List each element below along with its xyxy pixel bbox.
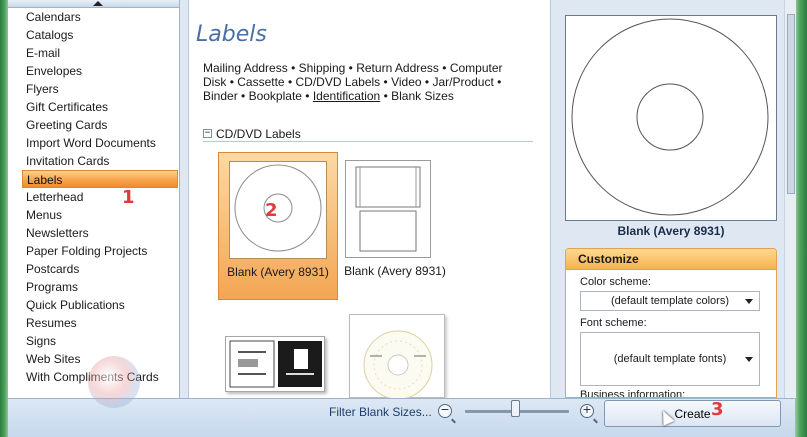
subcategory-link[interactable]: Cassette: [237, 75, 284, 89]
jewel-case-insert-icon: [229, 340, 322, 388]
category-item[interactable]: Calendars: [22, 8, 178, 26]
separator: •: [305, 89, 310, 103]
subcategory-link[interactable]: Identification: [313, 89, 380, 103]
category-item[interactable]: Flyers: [22, 80, 178, 98]
customize-header: Customize: [566, 249, 776, 270]
category-item[interactable]: Web Sites: [22, 350, 178, 368]
separator: •: [287, 75, 293, 89]
category-item[interactable]: Postcards: [22, 260, 178, 278]
category-item[interactable]: Gift Certificates: [22, 98, 178, 116]
separator: •: [442, 61, 447, 75]
category-item[interactable]: Newsletters: [22, 224, 178, 242]
separator: •: [383, 89, 388, 103]
separator: •: [424, 75, 430, 89]
chevron-up-icon: [93, 1, 103, 6]
cd-preview-icon: [571, 18, 769, 216]
category-item[interactable]: Resumes: [22, 314, 178, 332]
subcategory-link[interactable]: Mailing Address: [203, 61, 288, 75]
category-item[interactable]: Envelopes: [22, 62, 178, 80]
template-gallery: Labels Mailing Address • Shipping • Retu…: [188, 0, 550, 398]
color-scheme-value: (default template colors): [611, 295, 729, 307]
window-frame-left: [0, 0, 8, 437]
cd-label-icon: [234, 164, 322, 252]
template-tile[interactable]: Blank (Avery 8931): [335, 152, 455, 300]
callout-3: 3: [711, 399, 724, 420]
cd-design-icon: [363, 330, 433, 398]
bottom-toolbar: Filter Blank Sizes... − + Create: [8, 398, 795, 437]
category-item[interactable]: With Compliments Cards: [22, 368, 178, 386]
color-scheme-label: Color scheme:: [580, 276, 651, 288]
preview-image: [565, 15, 777, 221]
zoom-slider-thumb[interactable]: [511, 400, 520, 417]
preview-title: Blank (Avery 8931): [617, 224, 725, 238]
dropdown-arrow-icon[interactable]: [745, 298, 753, 304]
subcategory-link[interactable]: Blank Sizes: [391, 89, 454, 103]
collapse-icon[interactable]: −: [203, 129, 212, 138]
zoom-in-icon[interactable]: +: [580, 404, 594, 418]
color-scheme-select[interactable]: (default template colors): [580, 291, 760, 311]
category-item[interactable]: Greeting Cards: [22, 116, 178, 134]
callout-2: 2: [265, 200, 278, 221]
category-list-panel: Business FormsCalendarsCatalogsE-mailEnv…: [8, 0, 180, 398]
subcategory-link[interactable]: Bookplate: [249, 89, 302, 103]
subcategory-link[interactable]: Video: [391, 75, 421, 89]
template-tile[interactable]: [349, 314, 445, 398]
callout-1: 1: [122, 187, 135, 208]
template-thumbnail: [345, 160, 431, 258]
category-item[interactable]: Signs: [22, 332, 178, 350]
filter-blank-sizes-link[interactable]: Filter Blank Sizes...: [329, 405, 432, 419]
dropdown-arrow-icon[interactable]: [745, 356, 753, 362]
separator: •: [229, 75, 234, 89]
template-tile-selected[interactable]: Blank (Avery 8931): [218, 152, 338, 300]
category-item[interactable]: Invitation Cards: [22, 152, 178, 170]
create-button[interactable]: Create: [604, 400, 781, 427]
separator: •: [241, 89, 246, 103]
zoom-out-icon[interactable]: −: [438, 404, 452, 418]
subcategory-link[interactable]: Jar/Product: [432, 75, 493, 89]
subcategory-link[interactable]: CD/DVD Labels: [295, 75, 380, 89]
preview-scrollbar[interactable]: [784, 0, 796, 398]
category-item[interactable]: E-mail: [22, 44, 178, 62]
category-item[interactable]: Menus: [22, 206, 178, 224]
category-item[interactable]: Quick Publications: [22, 296, 178, 314]
category-list: Business FormsCalendarsCatalogsE-mailEnv…: [22, 0, 178, 386]
font-scheme-label: Font scheme:: [580, 317, 647, 329]
category-item[interactable]: Paper Folding Projects: [22, 242, 178, 260]
business-info-label: Business information:: [580, 389, 686, 398]
subcategory-link[interactable]: Shipping: [299, 61, 346, 75]
template-label: Blank (Avery 8931): [227, 265, 329, 279]
template-tile[interactable]: [225, 336, 325, 392]
separator: •: [291, 61, 296, 75]
page-title: Labels: [196, 22, 267, 47]
subcategory-link[interactable]: Return Address: [356, 61, 439, 75]
font-scheme-select[interactable]: (default template fonts): [580, 332, 760, 386]
customize-panel: Customize Color scheme: (default templat…: [565, 248, 777, 398]
subcategory-link[interactable]: Binder: [203, 89, 238, 103]
separator: •: [497, 75, 502, 89]
subcategory-links: Mailing Address • Shipping • Return Addr…: [203, 61, 523, 103]
preview-pane: Blank (Avery 8931) Customize Color schem…: [550, 0, 795, 398]
category-item[interactable]: Catalogs: [22, 26, 178, 44]
group-header[interactable]: − CD/DVD Labels: [203, 126, 533, 142]
separator: •: [348, 61, 353, 75]
window-frame-right: [795, 0, 807, 437]
category-item[interactable]: Labels: [22, 170, 178, 188]
scroll-up-button[interactable]: [8, 0, 179, 8]
font-scheme-value: (default template fonts): [613, 353, 727, 365]
group-header-label: CD/DVD Labels: [216, 126, 301, 141]
dvd-insert-icon: [355, 166, 421, 252]
category-item[interactable]: Import Word Documents: [22, 134, 178, 152]
separator: •: [383, 75, 388, 89]
category-item[interactable]: Letterhead: [22, 188, 178, 206]
scrollbar-thumb[interactable]: [787, 14, 795, 194]
template-label: Blank (Avery 8931): [344, 264, 446, 278]
template-thumbnail: [229, 161, 327, 259]
category-item[interactable]: Programs: [22, 278, 178, 296]
